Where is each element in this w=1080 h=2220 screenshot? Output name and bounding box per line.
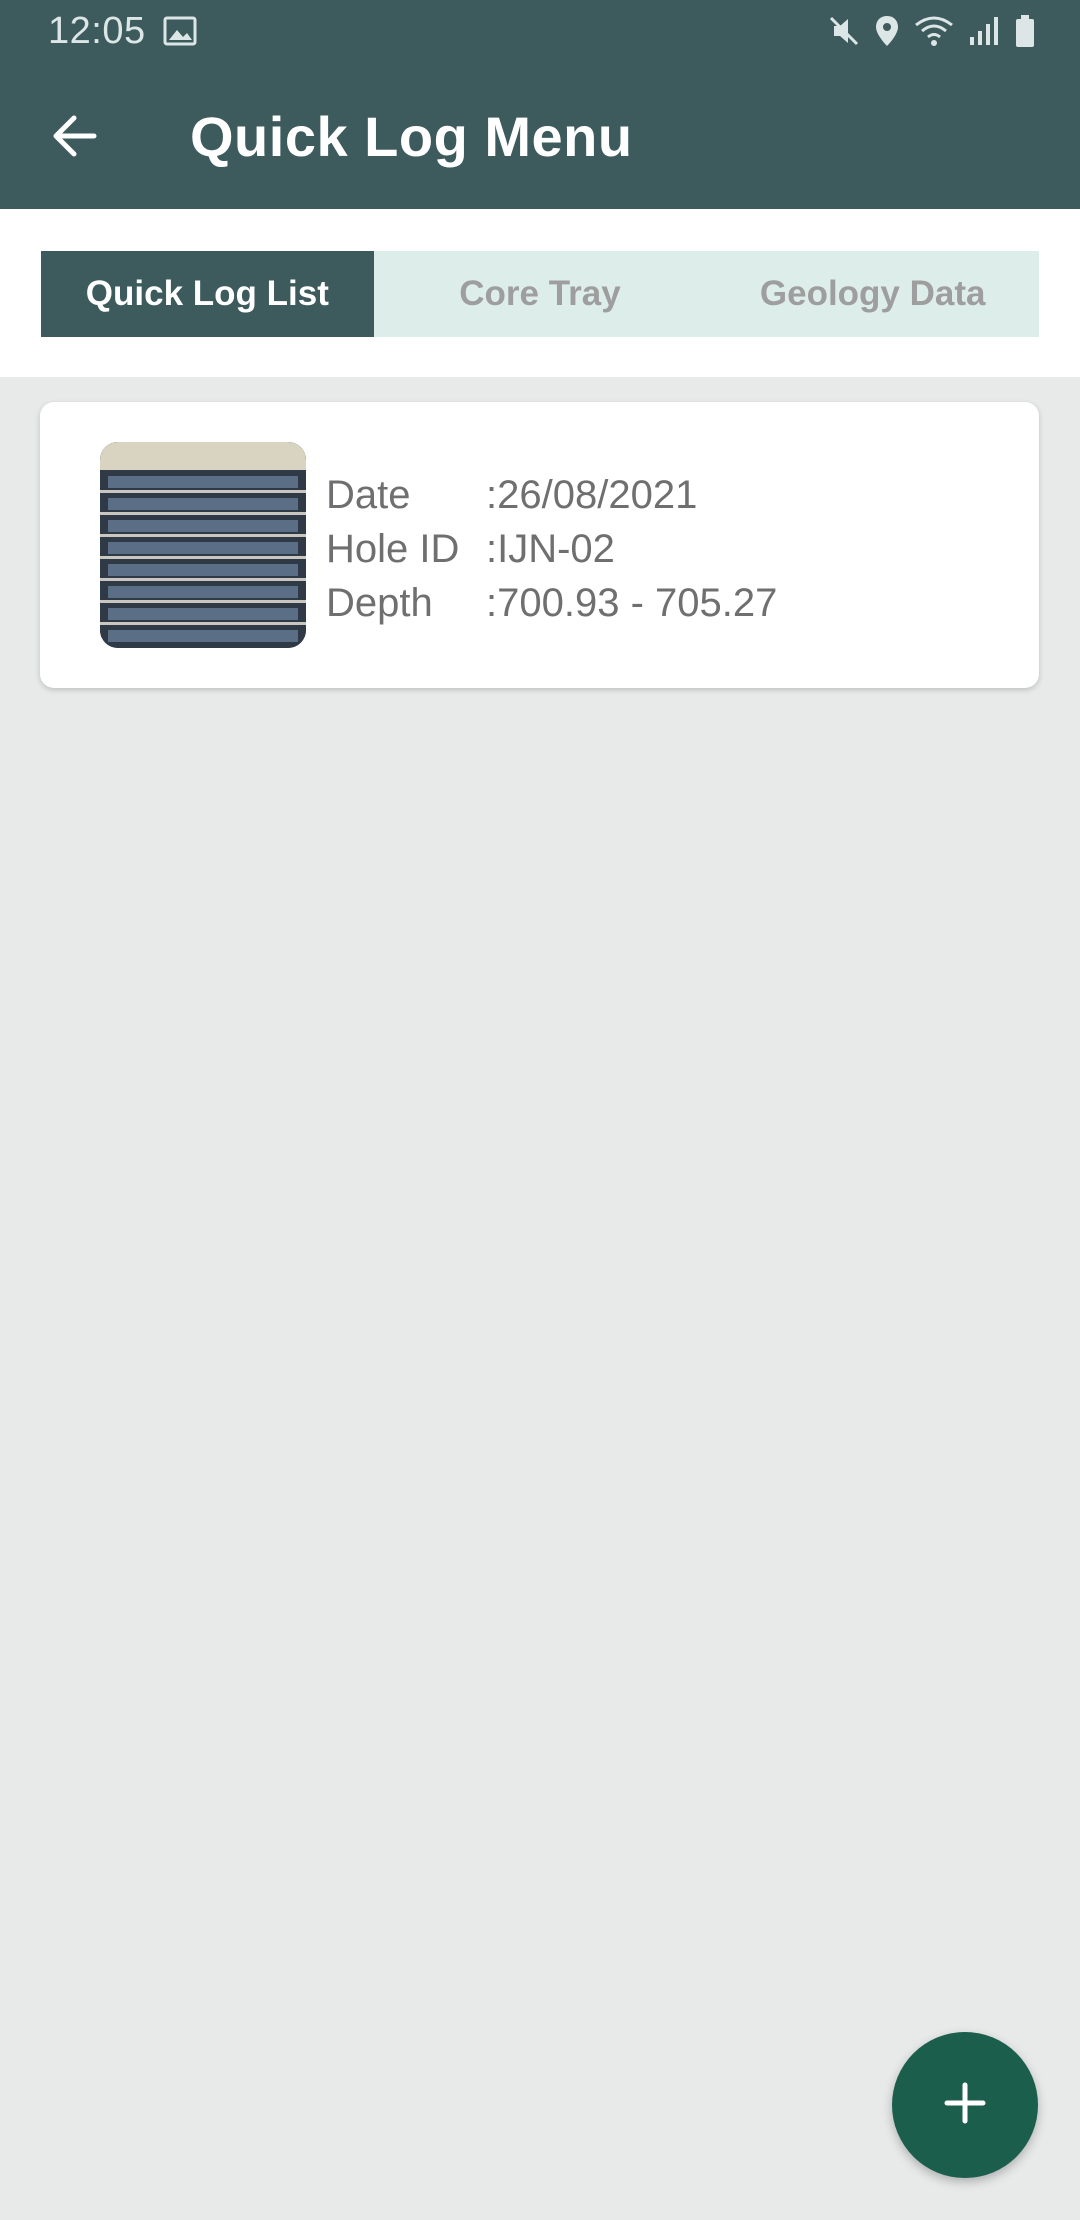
log-date-row: Date :26/08/2021 [326,468,777,522]
plus-icon [941,2079,989,2132]
mute-icon [828,14,860,53]
location-icon [874,14,900,53]
status-time: 12:05 [48,10,146,52]
status-bar: 12:05 [0,0,1080,64]
depth-label: Depth [326,580,433,625]
tab-quick-log-list[interactable]: Quick Log List [41,251,374,337]
log-depth-row: Depth :700.93 - 705.27 [326,576,777,630]
tab-core-tray[interactable]: Core Tray [374,251,707,337]
app-bar: 12:05 Quick Log Menu [0,0,1080,209]
log-card[interactable]: Date :26/08/2021 Hole ID :IJN-02 Depth :… [40,402,1039,688]
tabs-panel: Quick Log List Core Tray Geology Data [0,209,1080,377]
status-icons [828,14,1036,53]
wifi-icon [914,15,954,52]
tab-geology-data[interactable]: Geology Data [706,251,1039,337]
depth-value: :700.93 - 705.27 [486,580,778,625]
add-log-button[interactable] [892,2032,1038,2178]
core-tray-thumbnail [100,442,306,648]
hole-id-label: Hole ID [326,526,460,571]
date-label: Date [326,472,411,517]
log-info: Date :26/08/2021 Hole ID :IJN-02 Depth :… [326,468,777,630]
log-hole-row: Hole ID :IJN-02 [326,522,777,576]
date-value: :26/08/2021 [486,472,698,517]
image-icon [163,16,197,51]
page-title: Quick Log Menu [190,105,633,168]
tab-bar: Quick Log List Core Tray Geology Data [41,251,1039,337]
signal-icon [968,15,1000,52]
hole-id-value: :IJN-02 [486,526,615,571]
back-button[interactable] [40,104,108,172]
arrow-left-icon [50,114,98,163]
battery-icon [1014,14,1036,53]
